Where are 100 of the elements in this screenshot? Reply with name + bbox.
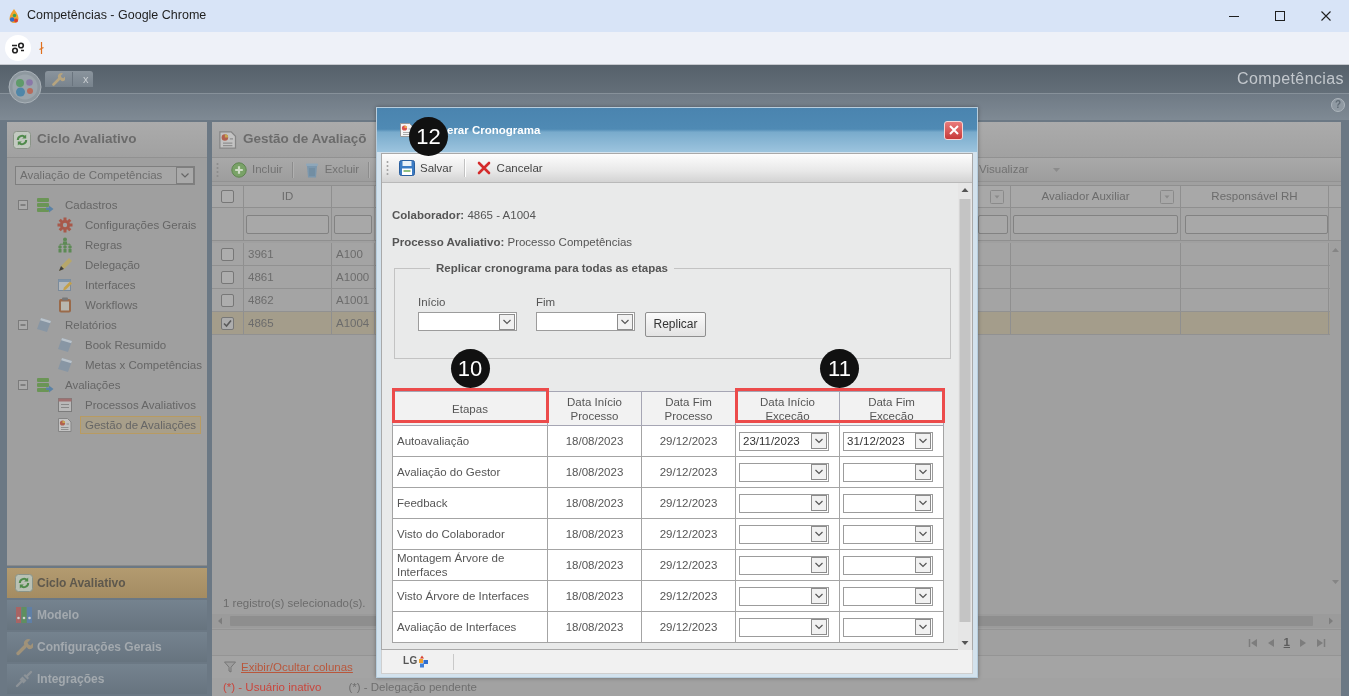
- replicate-button[interactable]: Replicar: [645, 312, 706, 337]
- accordion-header[interactable]: Ciclo Avaliativo: [7, 568, 207, 598]
- column-menu-icon[interactable]: [990, 189, 1004, 204]
- show-hide-columns-link[interactable]: Exibir/Ocultar colunas: [241, 659, 353, 675]
- tree-item[interactable]: Regras: [80, 236, 128, 254]
- site-settings-icon[interactable]: [5, 35, 31, 61]
- tree-item[interactable]: Interfaces: [80, 276, 141, 294]
- tree-item[interactable]: Book Resumido: [80, 336, 172, 354]
- app-icon: [8, 8, 20, 24]
- legend-text: (*) - Usuário inativo: [223, 679, 322, 695]
- date-field[interactable]: [536, 312, 635, 331]
- table-cell: A1004: [332, 312, 375, 334]
- last-page-icon[interactable]: [1316, 637, 1326, 648]
- tree-item[interactable]: Relatórios: [60, 316, 122, 334]
- filter-input[interactable]: [334, 214, 372, 234]
- date-field[interactable]: [739, 462, 829, 482]
- toolbar-button[interactable]: Cancelar: [471, 160, 547, 176]
- date-field[interactable]: [843, 462, 933, 482]
- table-cell: 29/12/2023: [641, 518, 736, 550]
- cycle-icon: [13, 130, 31, 149]
- column-header: Data Início Processo: [547, 391, 642, 426]
- plug-icon: [15, 670, 33, 688]
- tab-close-button[interactable]: x: [72, 72, 89, 86]
- column-header: Data Fim Exceção: [839, 391, 944, 426]
- tree-item[interactable]: Workflows: [80, 296, 143, 314]
- cancel-icon: [475, 160, 492, 176]
- book-icon: [57, 357, 73, 373]
- table-cell: Avaliação do Gestor: [392, 456, 548, 488]
- row-checkbox[interactable]: [221, 270, 234, 284]
- table-cell: A1000: [332, 266, 375, 288]
- table-cell: Visto Árvore de Interfaces: [392, 580, 548, 612]
- help-button[interactable]: ?: [1331, 98, 1345, 112]
- gear-icon: [57, 217, 73, 233]
- collapse-toggle-icon[interactable]: [18, 200, 28, 210]
- table-cell: 18/08/2023: [547, 611, 642, 643]
- filter-input[interactable]: [978, 214, 1008, 234]
- table-cell: Montagem Árvore de Interfaces: [392, 549, 548, 581]
- next-page-icon[interactable]: [1298, 637, 1308, 648]
- close-icon: [1321, 11, 1331, 21]
- report-icon: [218, 129, 238, 150]
- row-checkbox[interactable]: [221, 247, 234, 261]
- tree-item[interactable]: Delegação: [80, 256, 145, 274]
- date-field[interactable]: [418, 312, 517, 331]
- caret-icon: [1052, 167, 1060, 172]
- row-checkbox[interactable]: [221, 316, 234, 330]
- column-menu-icon[interactable]: [1160, 189, 1174, 204]
- close-button[interactable]: [944, 120, 963, 140]
- panel-title: Gestão de Avaliaçõ: [243, 131, 367, 148]
- collapse-toggle-icon[interactable]: [18, 320, 28, 330]
- date-field[interactable]: [739, 493, 829, 513]
- tree-item[interactable]: Processos Avaliativos: [80, 396, 201, 414]
- date-field[interactable]: [739, 586, 829, 606]
- table-cell: 18/08/2023: [547, 456, 642, 488]
- date-field[interactable]: [739, 555, 829, 575]
- page-number[interactable]: 1: [1283, 635, 1290, 650]
- collapse-toggle-icon[interactable]: [18, 380, 28, 390]
- date-field[interactable]: [843, 555, 933, 575]
- accordion-header[interactable]: Integrações: [7, 664, 207, 694]
- filter-input[interactable]: [246, 214, 329, 234]
- date-field[interactable]: [843, 617, 933, 637]
- tree-item[interactable]: Gestão de Avaliações: [80, 416, 202, 434]
- row-checkbox[interactable]: [221, 293, 234, 307]
- logo-mark-icon: [417, 655, 429, 668]
- table-cell: 4861: [244, 266, 332, 288]
- date-field[interactable]: [843, 524, 933, 544]
- select-all-checkbox[interactable]: [221, 190, 234, 203]
- date-field[interactable]: [739, 524, 829, 544]
- first-page-icon[interactable]: [1247, 637, 1258, 648]
- report-icon: [57, 417, 73, 433]
- group-title: Replicar cronograma para todas as etapas: [435, 261, 669, 275]
- process-select[interactable]: Avaliação de Competências: [15, 166, 195, 185]
- table-cell: 4862: [244, 289, 332, 311]
- date-field[interactable]: 23/11/2023: [739, 431, 829, 451]
- save-icon: [399, 160, 415, 176]
- pen-icon: [57, 257, 73, 273]
- date-field[interactable]: [843, 586, 933, 606]
- wrench-icon: [15, 638, 33, 656]
- table-cell: 29/12/2023: [641, 425, 736, 457]
- table-cell: Feedback: [392, 487, 548, 519]
- date-field[interactable]: 31/12/2023: [843, 431, 933, 451]
- date-field[interactable]: [739, 617, 829, 637]
- app-title: Competências: [1236, 69, 1344, 89]
- book-icon: [57, 337, 73, 353]
- field-label: Fim: [536, 296, 556, 310]
- app-tab[interactable]: x: [45, 71, 93, 87]
- filter-input[interactable]: [1185, 214, 1328, 234]
- table-cell: 18/08/2023: [547, 580, 642, 612]
- caret-mark-icon: [39, 42, 44, 54]
- toolbar-button[interactable]: Salvar: [395, 160, 457, 176]
- tree-item[interactable]: Cadastros: [60, 196, 123, 214]
- table-cell: 18/08/2023: [547, 487, 642, 519]
- column-header: Responsável RH: [1211, 189, 1298, 204]
- table-cell: 29/12/2023: [641, 580, 736, 612]
- tree-item[interactable]: Avaliações: [60, 376, 126, 394]
- maximize-icon: [1275, 11, 1285, 21]
- tree-item[interactable]: Configurações Gerais: [80, 216, 202, 234]
- filter-input[interactable]: [1013, 214, 1178, 234]
- form-icon: [57, 397, 73, 413]
- column-header: Etapas: [392, 391, 548, 426]
- date-field[interactable]: [843, 493, 933, 513]
